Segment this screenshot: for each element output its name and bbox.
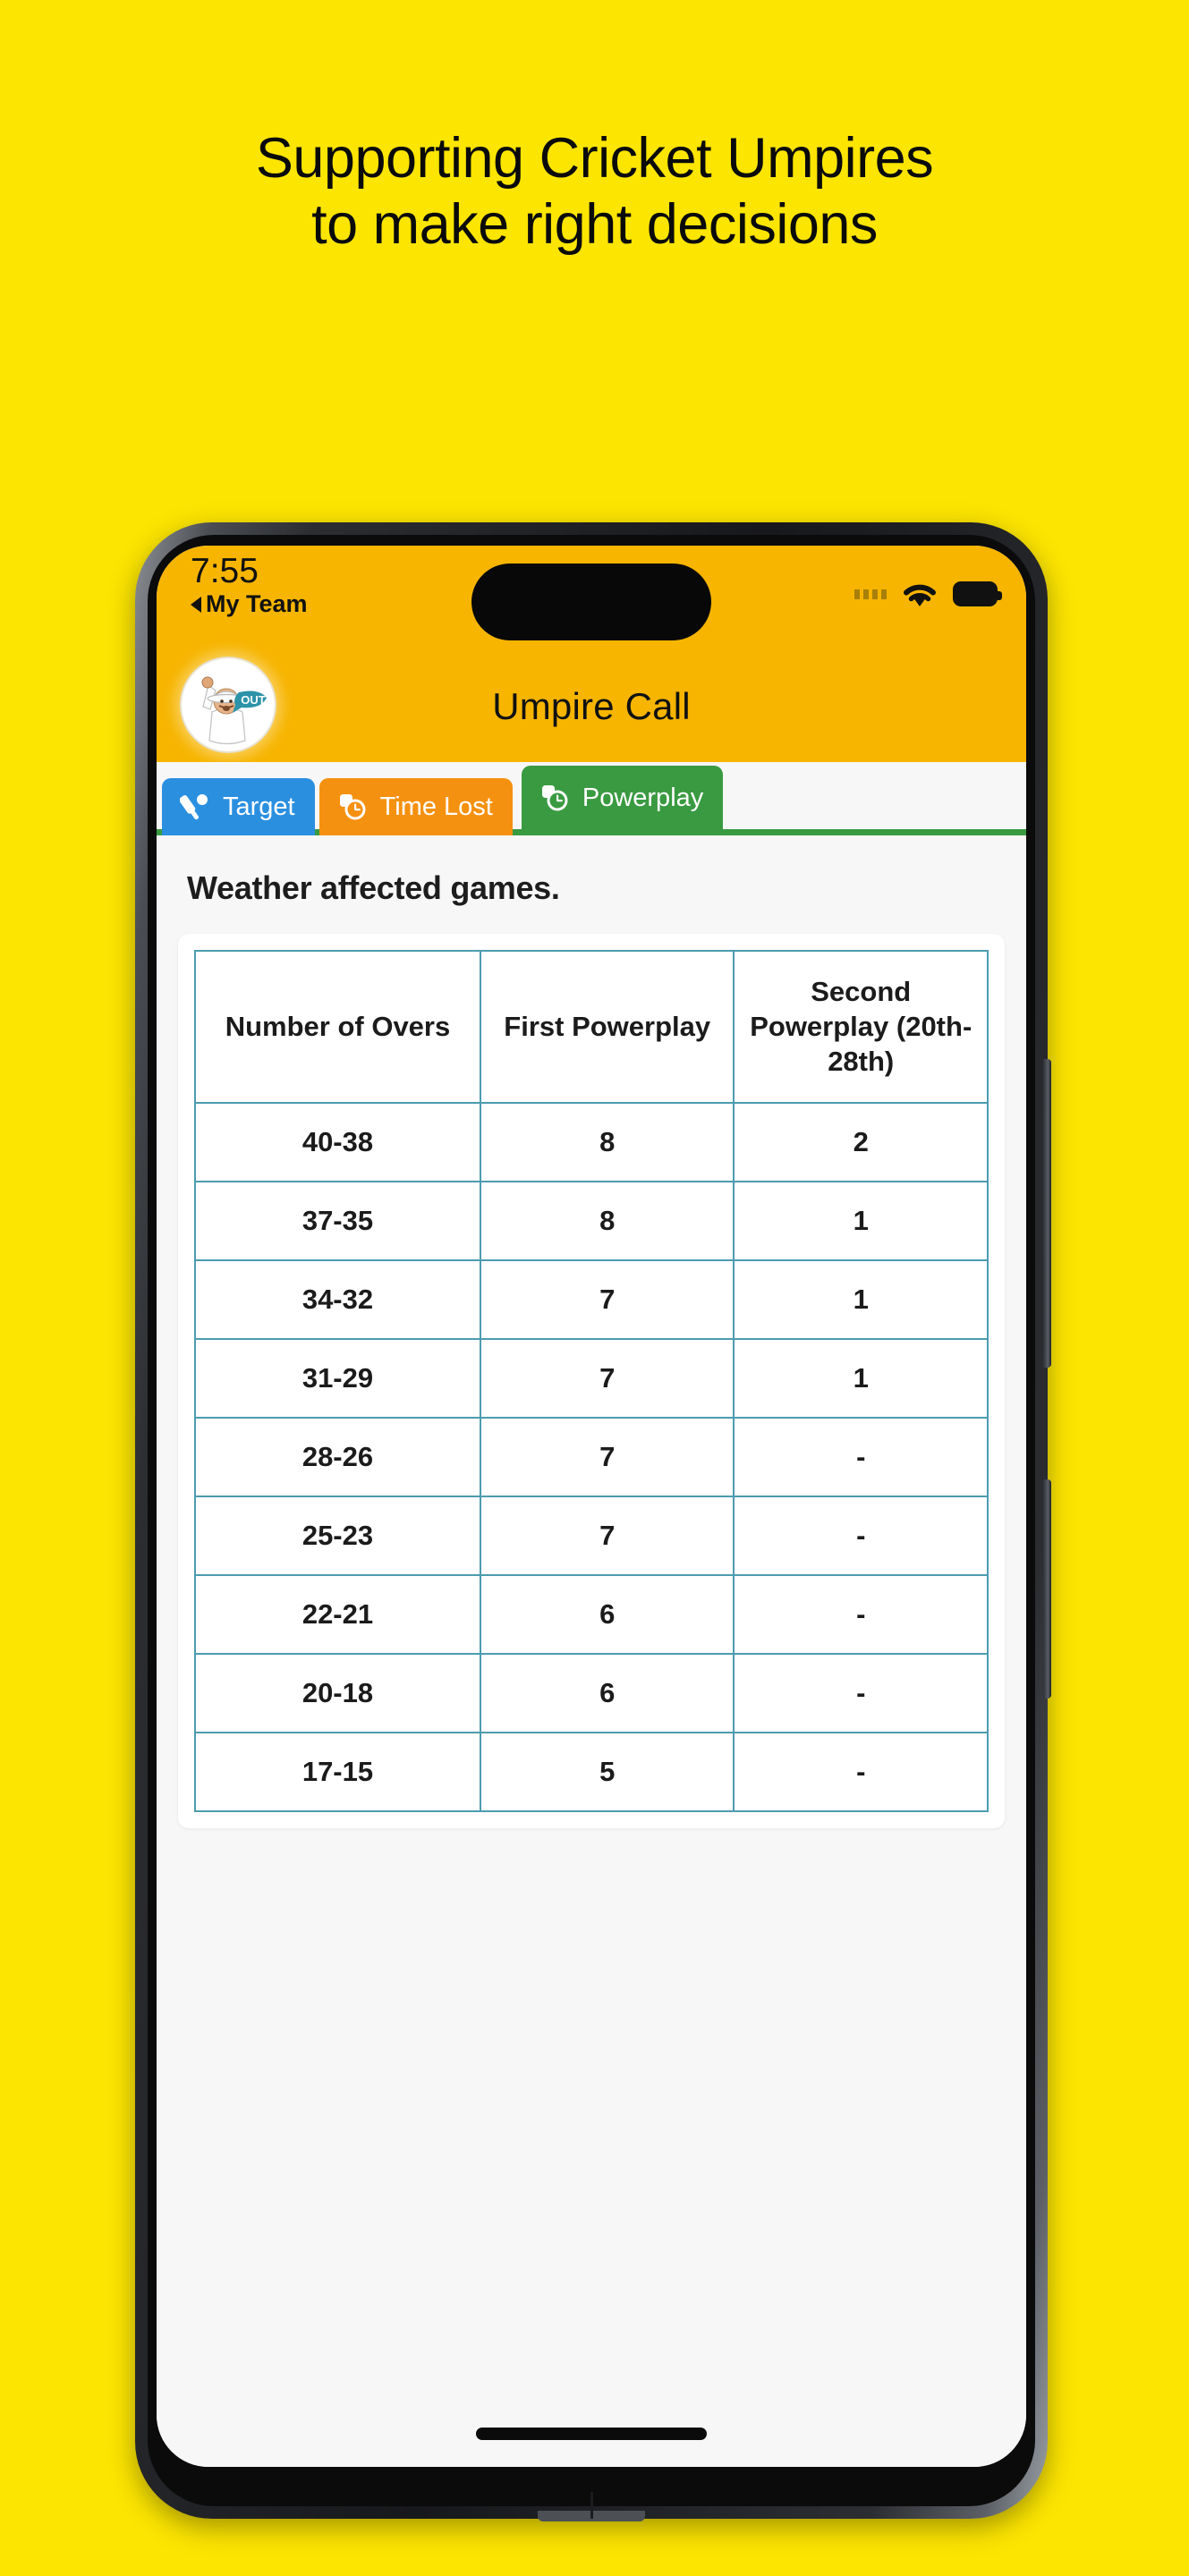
- section-title: Weather affected games.: [187, 869, 560, 906]
- power-button[interactable]: [1043, 1479, 1051, 1699]
- cell-second-powerplay: -: [733, 1732, 989, 1813]
- app-title: Umpire Call: [492, 685, 691, 727]
- table-row: 25-23 7-: [194, 1496, 989, 1577]
- back-to-my-team-button[interactable]: My Team: [191, 590, 308, 618]
- frame-antenna-line: [590, 2492, 593, 2519]
- cell-first-powerplay: 8: [479, 1102, 735, 1183]
- svg-text:OUT: OUT: [241, 693, 266, 707]
- cell-second-powerplay: 1: [733, 1338, 989, 1419]
- table-row: 37-35 8 1: [194, 1181, 989, 1262]
- umpire-out-logo: OUT: [180, 657, 276, 753]
- cell-first-powerplay: 7: [479, 1338, 735, 1419]
- app-header: OUT Umpire Call: [157, 651, 1026, 762]
- powerplay-table-card: Number of Overs First Powerplay Second P…: [178, 934, 1005, 1829]
- stopwatch-icon: [337, 792, 368, 822]
- table-body: 40-38 8 2 37-35 8 1 34-32 7 1 31-29 7 1 28-26 7-25-23…: [194, 1102, 989, 1813]
- table-row: 28-26 7-: [194, 1417, 989, 1498]
- tab-bar: Target Time Lost Powerplay: [157, 762, 1026, 835]
- tab-powerplay[interactable]: Powerplay: [521, 766, 724, 835]
- column-header-first-powerplay: First Powerplay: [479, 949, 735, 1105]
- cell-overs: 22-21: [194, 1574, 481, 1656]
- status-bar-left: 7:55 My Team: [191, 553, 308, 618]
- cell-overs: 20-18: [194, 1653, 481, 1734]
- tab-content-powerplay: Weather affected games. Number of Overs …: [157, 835, 1026, 2467]
- cell-first-powerplay: 8: [479, 1181, 735, 1262]
- powerplay-table: Number of Overs First Powerplay Second P…: [194, 949, 989, 1813]
- table-row: 34-32 7 1: [194, 1259, 989, 1341]
- cell-first-powerplay: 6: [479, 1574, 735, 1656]
- status-time: 7:55: [191, 552, 259, 590]
- cell-overs: 37-35: [194, 1181, 481, 1262]
- cell-second-powerplay: -: [733, 1653, 989, 1734]
- tab-target-label: Target: [223, 792, 295, 821]
- table-header-row: Number of Overs First Powerplay Second P…: [194, 949, 989, 1105]
- cell-second-powerplay: 2: [733, 1102, 989, 1183]
- battery-full-icon: [953, 581, 1002, 606]
- tab-time-lost-label: Time Lost: [379, 792, 493, 821]
- status-bar: 7:55 My Team: [157, 546, 1026, 651]
- cell-first-powerplay: 6: [479, 1653, 735, 1734]
- cell-first-powerplay: 7: [479, 1496, 735, 1577]
- triangle-left-icon: [191, 596, 201, 613]
- tab-time-lost[interactable]: Time Lost: [318, 778, 513, 835]
- phone-mockup: 7:55 My Team OUT Umpire Call Target Time…: [135, 522, 1051, 2521]
- cell-second-powerplay: -: [733, 1417, 989, 1498]
- cricket-bat-ball-icon: [180, 792, 210, 822]
- table-row: 40-38 8 2: [194, 1102, 989, 1183]
- cell-second-powerplay: -: [733, 1574, 989, 1656]
- table-row: 22-21 6-: [194, 1574, 989, 1656]
- phone-screen: 7:55 My Team OUT Umpire Call Target Time…: [157, 546, 1026, 2467]
- promo-page: Supporting Cricket Umpires to make right…: [0, 0, 1189, 2576]
- cell-overs: 25-23: [194, 1496, 481, 1577]
- headline-line-1: Supporting Cricket Umpires: [255, 127, 934, 190]
- phone-frame: 7:55 My Team OUT Umpire Call Target Time…: [135, 522, 1051, 2521]
- back-label: My Team: [206, 590, 308, 618]
- table-row: 20-18 6-: [194, 1653, 989, 1734]
- cell-second-powerplay: 1: [733, 1259, 989, 1341]
- status-bar-right: [854, 580, 1002, 608]
- home-indicator[interactable]: [476, 2428, 707, 2440]
- table-row: 31-29 7 1: [194, 1338, 989, 1419]
- tab-powerplay-label: Powerplay: [582, 783, 704, 812]
- cell-overs: 17-15: [194, 1732, 481, 1813]
- camera-cutout-icon: [471, 564, 711, 640]
- cell-overs: 34-32: [194, 1259, 481, 1341]
- cell-second-powerplay: 1: [733, 1181, 989, 1262]
- column-header-second-powerplay: Second Powerplay (20th-28th): [733, 949, 989, 1105]
- cell-overs: 28-26: [194, 1417, 481, 1498]
- cell-first-powerplay: 7: [479, 1259, 735, 1341]
- volume-button[interactable]: [1043, 1059, 1051, 1368]
- wifi-icon: [901, 580, 938, 608]
- signal-dots-icon: [854, 589, 887, 599]
- cell-second-powerplay: -: [733, 1496, 989, 1577]
- column-header-number-of-overs: Number of Overs: [194, 949, 481, 1105]
- cell-first-powerplay: 5: [479, 1732, 735, 1813]
- cell-overs: 40-38: [194, 1102, 481, 1183]
- tab-target[interactable]: Target: [162, 778, 315, 835]
- headline-line-2: to make right decisions: [311, 193, 878, 257]
- table-row: 17-15 5-: [194, 1732, 989, 1813]
- cell-first-powerplay: 7: [479, 1417, 735, 1498]
- page-title: Supporting Cricket Umpires to make right…: [0, 125, 1189, 258]
- cell-overs: 31-29: [194, 1338, 481, 1419]
- stopwatch-icon: [539, 783, 570, 813]
